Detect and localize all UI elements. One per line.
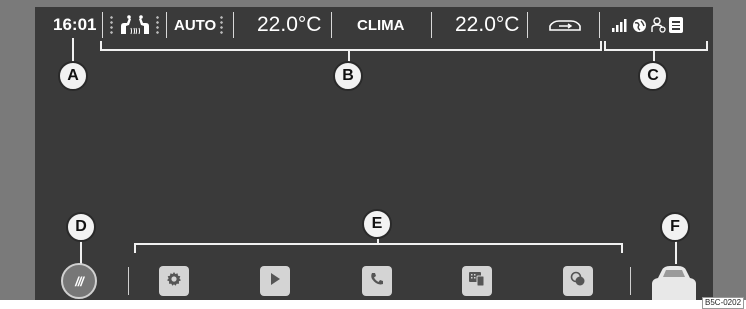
signal-strength-icon [612, 13, 628, 37]
smartphone-link-icon [468, 271, 486, 292]
app-connect-button[interactable] [462, 266, 492, 296]
callout-leader [80, 240, 82, 264]
callout-f: F [660, 212, 690, 242]
media-button[interactable] [260, 266, 290, 296]
callout-leader [72, 38, 74, 63]
left-temperature[interactable]: 22.0°C [257, 13, 321, 37]
user-profile-icon [651, 13, 666, 37]
globe-icon [632, 13, 647, 37]
callout-a: A [58, 61, 88, 91]
callout-c: C [638, 61, 668, 91]
separator [431, 12, 432, 38]
separator [166, 12, 167, 38]
callout-leader [675, 240, 677, 264]
screen-frame: 16:01 AUTO 22.0°C CLIMA 22.0°C A B C D E… [0, 0, 746, 300]
right-temperature[interactable]: 22.0°C [455, 13, 519, 37]
clock: 16:01 [53, 15, 97, 34]
figure-code: B5C-0202 [702, 297, 745, 309]
separator [599, 12, 600, 38]
play-icon [268, 272, 282, 291]
settings-button[interactable] [159, 266, 189, 296]
dots-separator [110, 15, 113, 35]
fuel-info-icon [570, 271, 586, 292]
icons-bracket [604, 41, 708, 51]
separator [630, 267, 631, 295]
clima-title[interactable]: CLIMA [357, 13, 405, 37]
callout-e: E [362, 209, 392, 239]
seat-heating-icon[interactable] [117, 13, 153, 37]
gear-icon [166, 271, 182, 292]
separator [527, 12, 528, 38]
car-info-button[interactable] [563, 266, 593, 296]
dots-separator [156, 15, 159, 35]
callout-d: D [66, 212, 96, 242]
dots-separator [220, 15, 223, 35]
air-recirculation-icon[interactable] [547, 13, 583, 37]
callout-b: B [333, 61, 363, 91]
car-icon [646, 266, 702, 300]
separator [331, 12, 332, 38]
car-home-button[interactable] [646, 264, 702, 300]
menu-icon[interactable] [669, 17, 683, 33]
separator [128, 267, 129, 295]
climate-button[interactable]: /// [61, 263, 97, 299]
auto-mode-label[interactable]: AUTO [174, 13, 216, 37]
separator [102, 12, 103, 38]
status-bar-bracket [100, 41, 602, 51]
phone-button[interactable] [362, 266, 392, 296]
separator [233, 12, 234, 38]
phone-icon [369, 271, 385, 292]
